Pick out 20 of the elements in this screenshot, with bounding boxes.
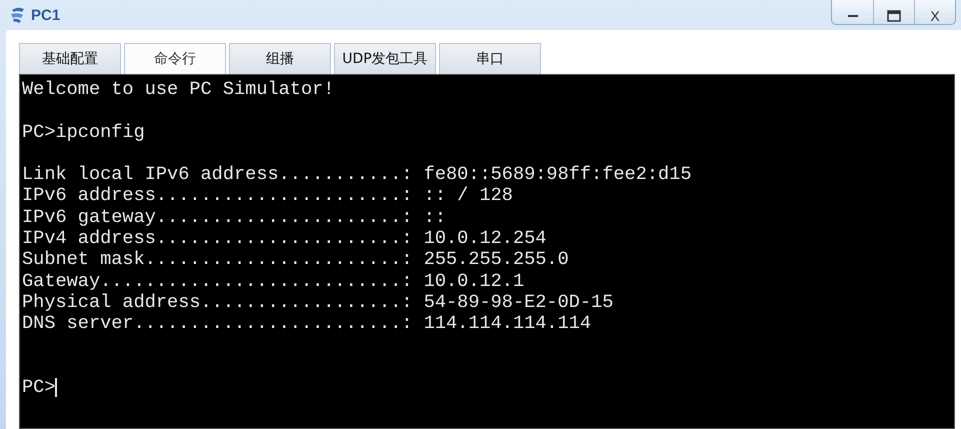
terminal-line: IPv4 address......................: 10.0.12.254 — [22, 228, 548, 250]
terminal-line: Physical address..................: 54-89-98-E2-0D-15 — [22, 292, 614, 314]
app-icon — [9, 6, 27, 24]
window-title: PC1 — [31, 6, 60, 24]
terminal-prompt: PC> — [22, 377, 56, 398]
minimize-icon — [848, 15, 858, 17]
terminal-line: PC>ipconfig — [22, 122, 146, 143]
terminal-line: DNS server........................: 114.114.114.114 — [22, 313, 592, 335]
tab[interactable]: UDP发包工具 — [334, 43, 436, 74]
terminal-line: Gateway...........................: 10.0.12.1 — [22, 270, 526, 292]
terminal-line: IPv6 gateway......................: :: — [22, 206, 448, 228]
tab[interactable]: 命令行 — [124, 43, 226, 74]
tab[interactable]: 组播 — [229, 43, 331, 74]
terminal-line: Link local IPv6 address...........: fe80::5689:98ff:fee2:d15 — [22, 164, 692, 186]
terminal-line: Welcome to use PC Simulator! — [22, 79, 336, 100]
tab[interactable]: 基础配置 — [19, 43, 121, 74]
tab[interactable]: 串口 — [439, 43, 541, 74]
terminal-line: Subnet mask.......................: 255.255.255.0 — [22, 249, 570, 271]
maximize-icon — [887, 10, 901, 22]
terminal-line: IPv6 address......................: :: / 128 — [22, 185, 514, 207]
